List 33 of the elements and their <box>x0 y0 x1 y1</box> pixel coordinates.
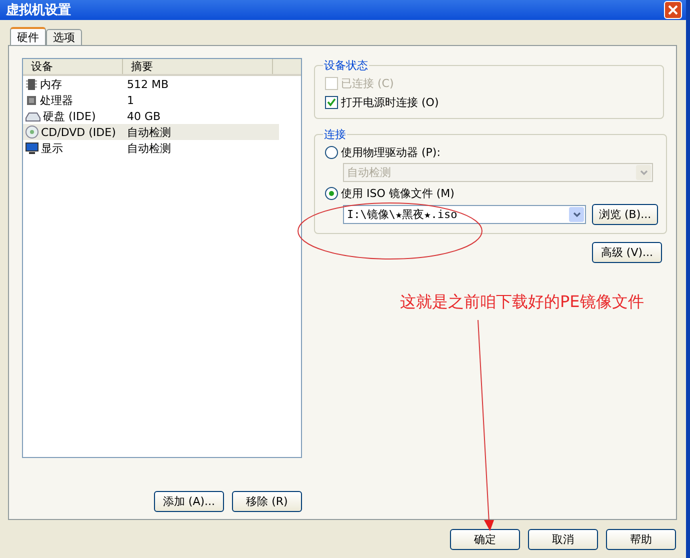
device-name: CD/DVD (IDE) <box>41 126 116 138</box>
help-button[interactable]: 帮助 <box>606 529 676 550</box>
device-summary: 自动检测 <box>127 124 171 140</box>
annotation-text: 这就是之前咱下载好的PE镜像文件 <box>400 292 644 313</box>
tab[interactable]: 硬件 <box>10 27 46 45</box>
device-summary: 40 GB <box>127 110 161 122</box>
checkbox-option[interactable]: 打开电源时连接 (O) <box>325 94 655 110</box>
device-name: 处理器 <box>40 92 73 108</box>
device-row[interactable]: 硬盘 (IDE) 40 GB <box>23 108 279 124</box>
group-title: 连接 <box>323 127 347 142</box>
device-name: 内存 <box>40 76 62 92</box>
radio-option[interactable]: 使用 ISO 镜像文件 (M) <box>325 185 658 201</box>
device-summary: 512 MB <box>127 78 169 90</box>
device-row[interactable]: CD/DVD (IDE) 自动检测 <box>23 124 279 140</box>
device-name: 硬盘 (IDE) <box>43 108 96 124</box>
device-row[interactable]: 显示 自动检测 <box>23 140 279 156</box>
iso-path-dropdown[interactable]: I:\镜像\★黑夜★.iso <box>343 205 586 224</box>
device-row[interactable]: 处理器 1 <box>23 92 279 108</box>
remove-button[interactable]: 移除 (R) <box>232 491 302 512</box>
browse-button[interactable]: 浏览 (B)... <box>592 204 658 225</box>
column-header[interactable]: 摘要 <box>123 59 273 74</box>
cancel-button[interactable]: 取消 <box>528 529 598 550</box>
device-summary: 自动检测 <box>127 140 171 156</box>
tab[interactable]: 选项 <box>46 29 82 45</box>
add-button[interactable]: 添加 (A)... <box>154 491 224 512</box>
device-row[interactable]: 内存 512 MB <box>23 76 279 92</box>
group-title: 设备状态 <box>323 58 369 73</box>
window-title: 虚拟机设置 <box>6 2 71 19</box>
device-summary: 1 <box>127 94 134 106</box>
column-header[interactable]: 设备 <box>23 59 123 74</box>
ok-button[interactable]: 确定 <box>450 529 520 550</box>
advanced-button[interactable]: 高级 (V)... <box>592 242 662 263</box>
device-name: 显示 <box>41 140 63 156</box>
